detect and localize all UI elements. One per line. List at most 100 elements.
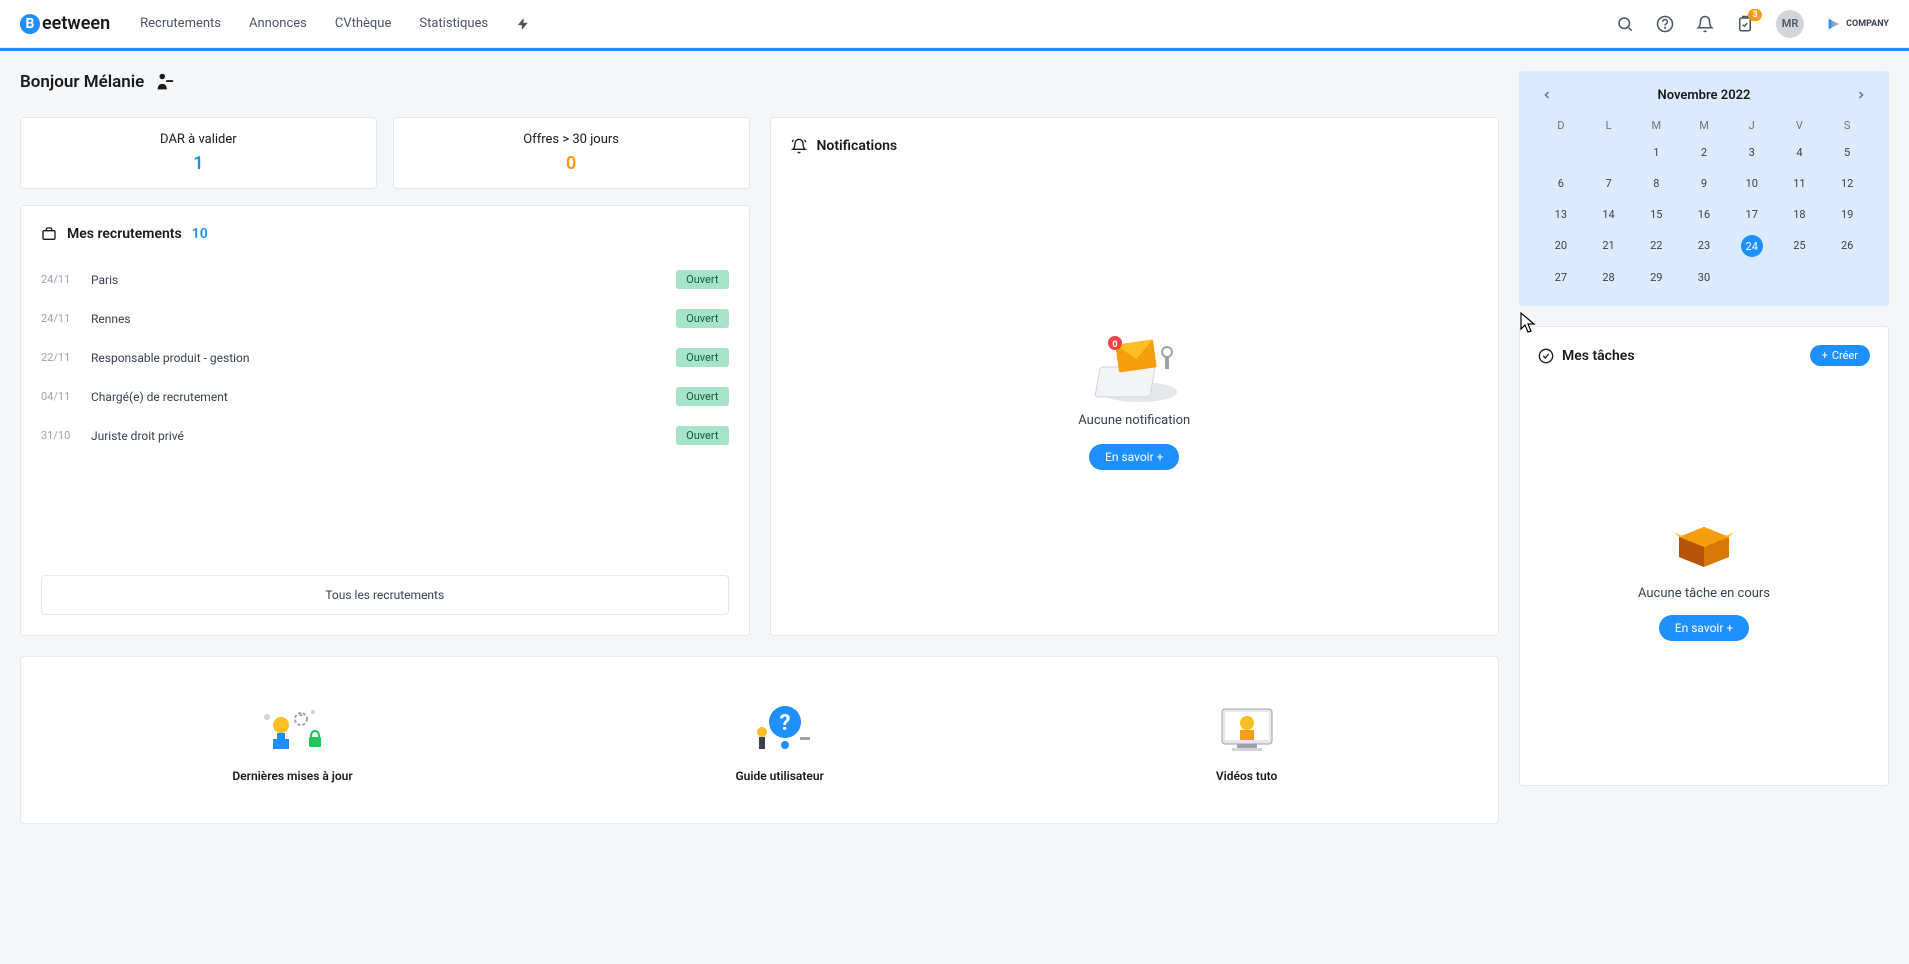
calendar-month-label: Novembre 2022 <box>1658 88 1751 103</box>
badge-count: 3 <box>1748 9 1762 21</box>
calendar-day[interactable]: 4 <box>1776 142 1824 163</box>
calendar-day[interactable]: 2 <box>1680 142 1728 163</box>
bolt-icon[interactable] <box>516 16 530 32</box>
recruitment-row[interactable]: 24/11 Rennes Ouvert <box>41 299 729 338</box>
calendar-next-button[interactable] <box>1851 85 1871 105</box>
resource-videos-label: Vidéos tuto <box>1216 769 1277 783</box>
calendar-day[interactable]: 5 <box>1823 142 1871 163</box>
recruitment-row[interactable]: 04/11 Chargé(e) de recrutement Ouvert <box>41 377 729 416</box>
recruitment-date: 24/11 <box>41 273 91 286</box>
empty-notification-illustration: 0 <box>1089 317 1179 397</box>
calendar-day <box>1585 142 1633 163</box>
calendar-day[interactable]: 26 <box>1823 235 1871 257</box>
tasks-learn-more-button[interactable]: En savoir + <box>1659 615 1749 641</box>
recruitment-date: 22/11 <box>41 351 91 364</box>
guide-illustration: ? <box>740 697 820 757</box>
notifications-title: Notifications <box>817 138 898 154</box>
calendar-day[interactable]: 24 <box>1728 235 1776 257</box>
calendar-dow: V <box>1776 119 1824 132</box>
calendar-day[interactable]: 6 <box>1537 173 1585 194</box>
calendar-day[interactable]: 30 <box>1680 267 1728 288</box>
notifications-card: Notifications 0 <box>770 117 1500 636</box>
recruitments-list: 24/11 Paris Ouvert24/11 Rennes Ouvert22/… <box>41 260 729 455</box>
clipboard-icon[interactable]: 3 <box>1736 15 1754 33</box>
svg-text:0: 0 <box>1113 340 1118 350</box>
calendar-prev-button[interactable] <box>1537 85 1557 105</box>
calendar-day[interactable]: 15 <box>1632 204 1680 225</box>
recruitment-date: 24/11 <box>41 312 91 325</box>
stat-offers-card[interactable]: Offres > 30 jours 0 <box>393 117 750 189</box>
calendar-day[interactable]: 22 <box>1632 235 1680 257</box>
nav-cvtheque[interactable]: CVthèque <box>335 16 392 32</box>
wave-icon <box>154 71 176 93</box>
calendar-day[interactable]: 7 <box>1585 173 1633 194</box>
company-name: COMPANY <box>1846 19 1889 29</box>
tasks-empty-text: Aucune tâche en cours <box>1638 586 1770 601</box>
company-logo[interactable]: COMPANY <box>1826 16 1889 32</box>
nav-recrutements[interactable]: Recrutements <box>140 16 221 32</box>
help-icon[interactable] <box>1656 15 1674 33</box>
calendar-day[interactable]: 20 <box>1537 235 1585 257</box>
calendar-day[interactable]: 25 <box>1776 235 1824 257</box>
status-badge: Ouvert <box>676 426 728 445</box>
calendar-day[interactable]: 29 <box>1632 267 1680 288</box>
recruitment-row[interactable]: 31/10 Juriste droit privé Ouvert <box>41 416 729 455</box>
stat-dar-card[interactable]: DAR à valider 1 <box>20 117 377 189</box>
calendar-day[interactable]: 21 <box>1585 235 1633 257</box>
main-nav: Recrutements Annonces CVthèque Statistiq… <box>140 16 530 32</box>
resource-guide[interactable]: ? Guide utilisateur <box>735 697 823 783</box>
calendar-dow: L <box>1585 119 1633 132</box>
recruitment-title: Responsable produit - gestion <box>91 351 676 365</box>
resource-videos[interactable]: Vidéos tuto <box>1207 697 1287 783</box>
calendar-day[interactable]: 28 <box>1585 267 1633 288</box>
calendar-day[interactable]: 11 <box>1776 173 1824 194</box>
recruitments-card: Mes recrutements 10 24/11 Paris Ouvert24… <box>20 205 750 636</box>
nav-annonces[interactable]: Annonces <box>249 16 307 32</box>
calendar-day[interactable]: 23 <box>1680 235 1728 257</box>
calendar-dow: M <box>1632 119 1680 132</box>
search-icon[interactable] <box>1616 15 1634 33</box>
calendar-day[interactable]: 19 <box>1823 204 1871 225</box>
all-recruitments-link[interactable]: Tous les recrutements <box>41 575 729 615</box>
calendar-day[interactable]: 13 <box>1537 204 1585 225</box>
calendar-day[interactable]: 9 <box>1680 173 1728 194</box>
calendar-day[interactable]: 3 <box>1728 142 1776 163</box>
status-badge: Ouvert <box>676 348 728 367</box>
recruitment-title: Juriste droit privé <box>91 429 676 443</box>
logo-text: eetween <box>42 13 110 34</box>
notifications-body: 0 Aucune notification En savoir + <box>791 172 1479 615</box>
stat-offers-value: 0 <box>408 153 735 174</box>
calendar-day[interactable]: 18 <box>1776 204 1824 225</box>
greeting: Bonjour Mélanie <box>20 71 1499 93</box>
stat-dar-value: 1 <box>35 153 362 174</box>
logo[interactable]: Beetween <box>20 13 110 34</box>
notifications-empty-text: Aucune notification <box>1078 413 1190 428</box>
recruitment-date: 31/10 <box>41 429 91 442</box>
resource-updates-label: Dernières mises à jour <box>232 769 352 783</box>
updates-illustration <box>253 697 333 757</box>
nav-statistiques[interactable]: Statistiques <box>419 16 488 32</box>
calendar-day[interactable]: 1 <box>1632 142 1680 163</box>
notifications-learn-more-button[interactable]: En savoir + <box>1089 444 1179 470</box>
avatar[interactable]: MR <box>1776 10 1804 38</box>
calendar-day[interactable]: 16 <box>1680 204 1728 225</box>
create-task-button[interactable]: + Créer <box>1810 345 1870 366</box>
recruitment-row[interactable]: 22/11 Responsable produit - gestion Ouve… <box>41 338 729 377</box>
calendar-day[interactable]: 14 <box>1585 204 1633 225</box>
videos-illustration <box>1207 697 1287 757</box>
calendar-day <box>1823 267 1871 288</box>
calendar-day[interactable]: 10 <box>1728 173 1776 194</box>
calendar-day <box>1776 267 1824 288</box>
recruitments-title: Mes recrutements <box>67 226 182 242</box>
resource-updates[interactable]: Dernières mises à jour <box>232 697 352 783</box>
recruitment-row[interactable]: 24/11 Paris Ouvert <box>41 260 729 299</box>
recruitment-title: Chargé(e) de recrutement <box>91 390 676 404</box>
tasks-card: Mes tâches + Créer Aucune <box>1519 326 1889 786</box>
calendar-day[interactable]: 8 <box>1632 173 1680 194</box>
calendar-day[interactable]: 17 <box>1728 204 1776 225</box>
tasks-title: Mes tâches <box>1562 348 1635 364</box>
calendar-day[interactable]: 27 <box>1537 267 1585 288</box>
bell-icon[interactable] <box>1696 15 1714 33</box>
calendar-day[interactable]: 12 <box>1823 173 1871 194</box>
calendar-card: Novembre 2022 DLMMJVS1234567891011121314… <box>1519 71 1889 306</box>
